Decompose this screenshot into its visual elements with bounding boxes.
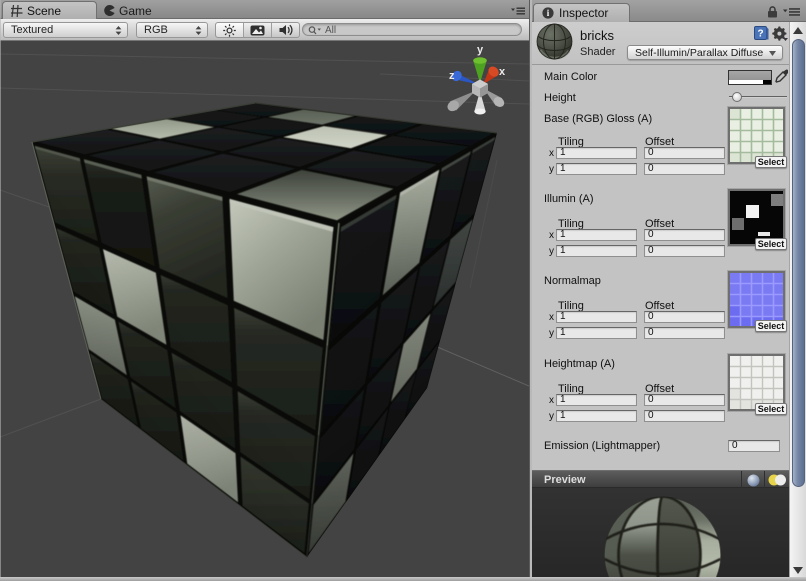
svg-text:x: x <box>499 66 506 78</box>
svg-text:y: y <box>477 44 484 56</box>
svg-text:?: ? <box>757 29 763 40</box>
svg-text:z: z <box>449 70 455 82</box>
